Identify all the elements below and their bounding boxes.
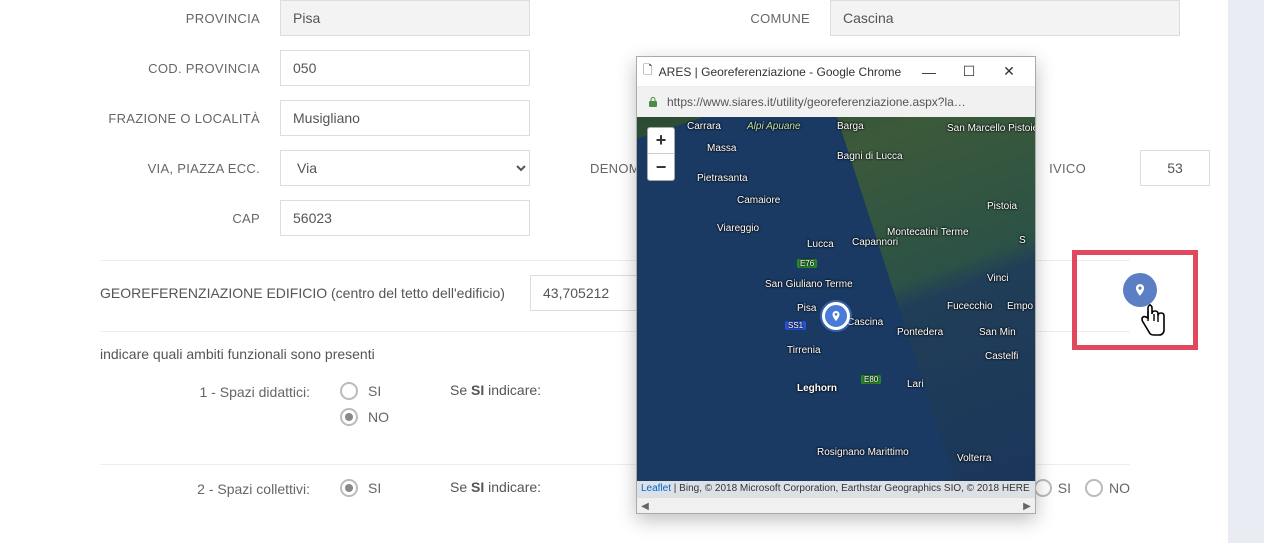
map-label: Vinci (987, 273, 1009, 284)
map-label: Massa (707, 143, 736, 154)
provincia-label: PROVINCIA (20, 11, 280, 26)
map-label: Tirrenia (787, 345, 821, 356)
map-label: Castelfi (985, 351, 1018, 362)
window-close-button[interactable]: ✕ (989, 57, 1029, 87)
lock-icon (647, 96, 659, 108)
q2-label: 2 - Spazi collettivi: (100, 479, 340, 497)
address-url: https://www.siares.it/utility/georeferen… (667, 95, 966, 109)
map-label: Capannori (852, 237, 898, 248)
popup-title: ARES | Georeferenziazione - Google Chrom… (659, 65, 902, 79)
cap-label: CAP (20, 211, 280, 226)
window-minimize-button[interactable]: — (909, 57, 949, 87)
map-label: Alpi Apuane (747, 121, 801, 132)
map-label: San Giuliano Terme (765, 279, 853, 290)
map-label: Bagni di Lucca (837, 151, 903, 162)
q2-se-si-label: Se SI indicare: (450, 479, 541, 495)
civico-input[interactable] (1140, 150, 1210, 186)
map-label: Pistoia (987, 201, 1017, 212)
map-label: Fucecchio (947, 301, 993, 312)
map-label: Cascina (847, 317, 883, 328)
highlight-annotation (1072, 250, 1198, 350)
provincia-input (280, 0, 530, 36)
map-label: Rosignano Marittimo (817, 447, 909, 458)
via-label: VIA, PIAZZA ECC. (20, 161, 280, 176)
georef-popup-window[interactable]: 🗋 ARES | Georeferenziazione - Google Chr… (636, 56, 1036, 514)
comune-input (830, 0, 1180, 36)
map-label: Montecatini Terme (887, 227, 969, 238)
q2-mensa-no[interactable] (1085, 479, 1103, 497)
map-label: Lucca (807, 239, 834, 250)
road-shield: E80 (861, 375, 881, 384)
q2-mensa-si[interactable] (1034, 479, 1052, 497)
map-attribution: Leaflet | Bing, © 2018 Microsoft Corpora… (637, 481, 1035, 497)
map-label: Volterra (957, 453, 991, 464)
map-canvas[interactable]: + − Carrara Alpi Apuane Barga San Marcel… (637, 117, 1035, 497)
q1-label: 1 - Spazi didattici: (100, 382, 340, 400)
zoom-out-button[interactable]: − (648, 154, 674, 180)
q1-radio-si[interactable] (340, 382, 358, 400)
q1-radio-no-label: NO (368, 409, 389, 425)
address-bar[interactable]: https://www.siares.it/utility/georeferen… (637, 87, 1035, 117)
leaflet-link[interactable]: Leaflet (641, 483, 671, 494)
map-label: Lari (907, 379, 924, 390)
via-select[interactable]: Via (280, 150, 530, 186)
map-label: Pisa (797, 303, 816, 314)
frazione-label: FRAZIONE O LOCALITÀ (20, 111, 280, 126)
map-label: Pontedera (897, 327, 943, 338)
map-label: Barga (837, 121, 864, 132)
zoom-in-button[interactable]: + (648, 128, 674, 154)
scroll-right-arrow[interactable]: ▶ (1019, 498, 1035, 514)
map-label: Pietrasanta (697, 173, 748, 184)
frazione-input[interactable] (280, 100, 530, 136)
map-label: San Marcello Pistoiese (947, 123, 1035, 134)
q2-radio-si[interactable] (340, 479, 358, 497)
map-label: S (1019, 235, 1026, 246)
map-label: Leghorn (797, 383, 837, 394)
cursor-icon (1135, 299, 1167, 341)
map-label: San Min (979, 327, 1016, 338)
q1-radio-no[interactable] (340, 408, 358, 426)
georef-label: GEOREFERENZIAZIONE EDIFICIO (centro del … (100, 285, 530, 301)
road-shield: SS1 (785, 321, 806, 330)
popup-h-scrollbar[interactable]: ◀ ▶ (637, 497, 1035, 513)
map-label: Camaiore (737, 195, 780, 206)
q1-se-si-label: Se SI indicare: (450, 382, 541, 398)
q2-radio-si-label: SI (368, 480, 381, 496)
window-maximize-button[interactable]: ☐ (949, 57, 989, 87)
cap-input[interactable] (280, 200, 530, 236)
map-pin-marker[interactable] (822, 302, 850, 330)
road-shield: E76 (797, 259, 817, 268)
map-label: Carrara (687, 121, 721, 132)
map-label: Empo (1007, 301, 1033, 312)
q1-radio-si-label: SI (368, 383, 381, 399)
page-icon: 🗋 (643, 61, 653, 82)
cod-provincia-label: COD. PROVINCIA (20, 61, 280, 76)
comune-label: COMUNE (530, 11, 830, 26)
scroll-left-arrow[interactable]: ◀ (637, 498, 653, 514)
map-label: Viareggio (717, 223, 759, 234)
cod-provincia-input[interactable] (280, 50, 530, 86)
civico-label-partial: IVICO (1049, 161, 1086, 176)
